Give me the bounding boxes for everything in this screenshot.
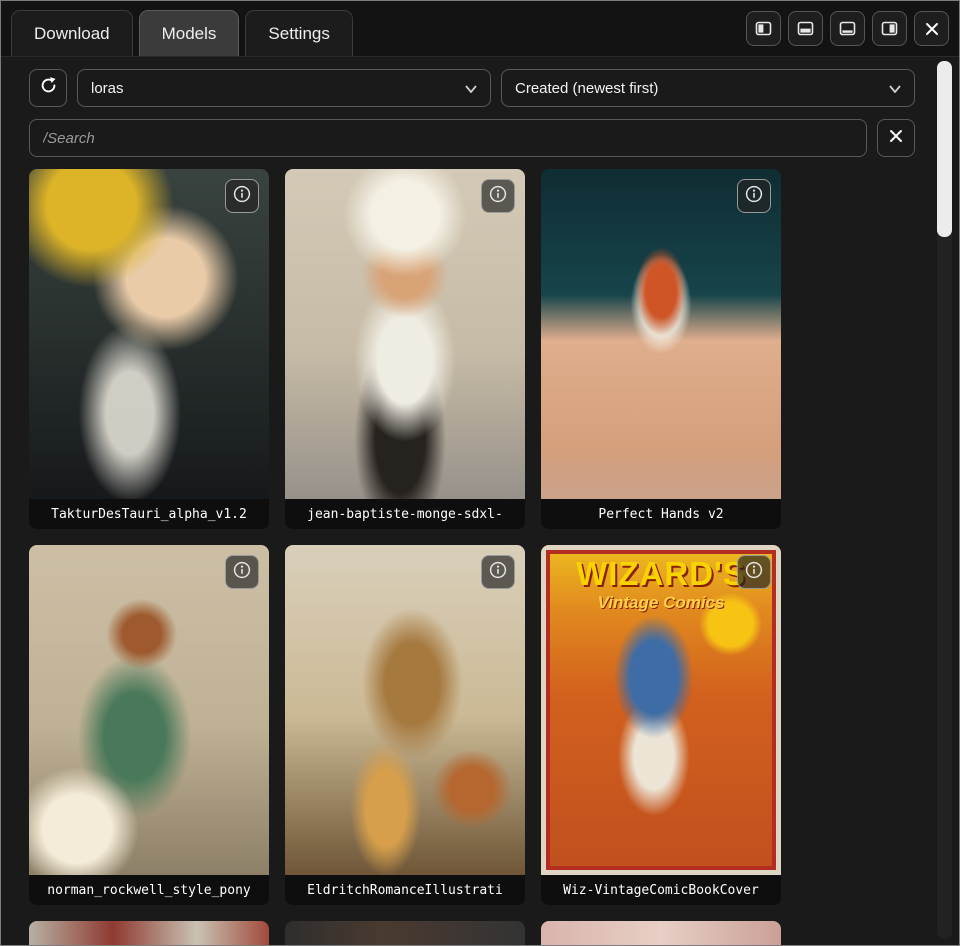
model-thumbnail [29, 921, 269, 945]
model-thumbnail [29, 169, 269, 499]
model-type-value: loras [91, 80, 124, 97]
model-name: EldritchRomanceIllustrati [285, 875, 525, 905]
tab-models[interactable]: Models [139, 10, 240, 56]
model-info-button[interactable] [481, 555, 515, 589]
scrollbar-track[interactable] [937, 61, 952, 939]
scrollbar-thumb[interactable] [937, 61, 952, 237]
tab-models-label: Models [162, 24, 217, 44]
info-icon [489, 185, 507, 208]
models-panel: loras Created (newest first) [1, 57, 959, 945]
model-browser-window: Download Models Settings [0, 0, 960, 946]
model-card-grid: TakturDesTauri_alpha_v1.2 jean-baptiste-… [29, 169, 915, 945]
refresh-button[interactable] [29, 69, 67, 107]
model-thumbnail [285, 169, 525, 499]
info-icon [233, 185, 251, 208]
tab-strip: Download Models Settings [11, 1, 353, 56]
model-info-button[interactable] [481, 179, 515, 213]
model-thumbnail: WIZARD'S Vintage Comics [541, 545, 781, 875]
chevron-down-icon [465, 80, 477, 97]
dock-left-icon [755, 20, 772, 37]
window-controls [746, 11, 949, 46]
top-bar: Download Models Settings [1, 1, 959, 57]
model-info-button[interactable] [225, 179, 259, 213]
tab-settings-label: Settings [268, 24, 329, 44]
dock-right-button[interactable] [872, 11, 907, 46]
dock-bottom-button[interactable] [788, 11, 823, 46]
model-thumbnail [541, 169, 781, 499]
model-card[interactable]: norman_rockwell_style_pony [29, 545, 269, 905]
close-icon [924, 21, 940, 37]
dock-left-button[interactable] [746, 11, 781, 46]
dock-right-icon [881, 20, 898, 37]
tab-settings[interactable]: Settings [245, 10, 352, 56]
sort-value: Created (newest first) [515, 80, 658, 97]
model-thumbnail [541, 921, 781, 945]
model-info-button[interactable] [737, 555, 771, 589]
model-name: Wiz-VintageComicBookCover [541, 875, 781, 905]
info-icon [745, 561, 763, 584]
info-icon [489, 561, 507, 584]
model-thumbnail [29, 545, 269, 875]
info-icon [745, 185, 763, 208]
dock-bottom-icon [797, 20, 814, 37]
tab-download[interactable]: Download [11, 10, 133, 56]
dock-bottom-bar-icon [839, 20, 856, 37]
model-name: TakturDesTauri_alpha_v1.2 [29, 499, 269, 529]
model-card-partial[interactable] [285, 921, 525, 945]
tab-download-label: Download [34, 24, 110, 44]
clear-search-button[interactable] [877, 119, 915, 157]
model-thumbnail [285, 921, 525, 945]
model-card[interactable]: WIZARD'S Vintage Comics Wiz-VintageComic… [541, 545, 781, 905]
toolbar-row: loras Created (newest first) [29, 69, 915, 107]
model-card[interactable]: jean-baptiste-monge-sdxl- [285, 169, 525, 529]
model-card[interactable]: Perfect Hands v2 [541, 169, 781, 529]
model-info-button[interactable] [737, 179, 771, 213]
model-thumbnail [285, 545, 525, 875]
model-name: norman_rockwell_style_pony [29, 875, 269, 905]
model-card-partial[interactable] [29, 921, 269, 945]
model-name: Perfect Hands v2 [541, 499, 781, 529]
model-card[interactable]: EldritchRomanceIllustrati [285, 545, 525, 905]
comic-cover-subtitle: Vintage Comics [541, 593, 781, 613]
chevron-down-icon [889, 80, 901, 97]
close-button[interactable] [914, 11, 949, 46]
sort-select[interactable]: Created (newest first) [501, 69, 915, 107]
clear-icon [888, 128, 904, 149]
model-card-partial[interactable] [541, 921, 781, 945]
dock-bottom-bar-button[interactable] [830, 11, 865, 46]
model-type-select[interactable]: loras [77, 69, 491, 107]
refresh-icon [39, 76, 58, 100]
model-name: jean-baptiste-monge-sdxl- [285, 499, 525, 529]
search-row [29, 119, 915, 157]
search-input[interactable] [29, 119, 867, 157]
model-info-button[interactable] [225, 555, 259, 589]
info-icon [233, 561, 251, 584]
model-card[interactable]: TakturDesTauri_alpha_v1.2 [29, 169, 269, 529]
